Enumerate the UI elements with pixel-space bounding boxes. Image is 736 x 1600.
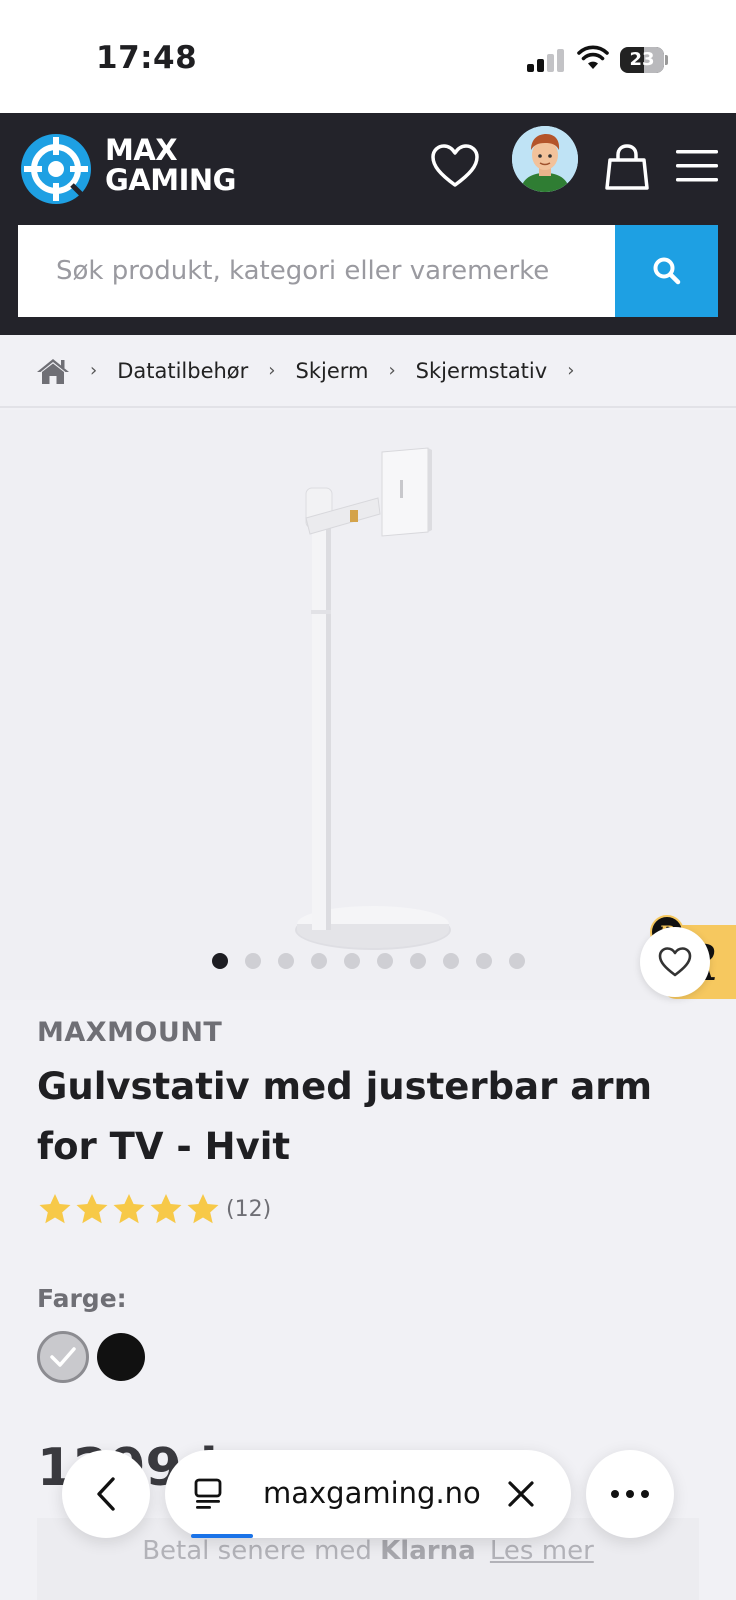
star-icon bbox=[150, 1194, 182, 1224]
user-avatar[interactable] bbox=[512, 126, 578, 192]
chevron-right-icon: › bbox=[90, 360, 98, 381]
star-icon bbox=[113, 1194, 145, 1224]
hamburger-menu-icon[interactable] bbox=[676, 149, 718, 183]
search-input[interactable] bbox=[18, 225, 616, 317]
breadcrumb-item-skjerm[interactable]: Skjerm bbox=[296, 359, 369, 383]
review-count: (12) bbox=[226, 1196, 272, 1222]
cellular-signal-icon bbox=[527, 48, 564, 72]
star-icon bbox=[187, 1194, 219, 1224]
color-swatch-white[interactable] bbox=[37, 1331, 89, 1383]
klarna-brand: Klarna bbox=[380, 1536, 476, 1566]
gallery-dot[interactable] bbox=[377, 953, 393, 969]
wishlist-heart-icon[interactable] bbox=[430, 143, 480, 189]
more-options-icon bbox=[611, 1490, 649, 1498]
color-label: Farge: bbox=[37, 1284, 127, 1313]
logo-line-2: GAMING bbox=[105, 163, 236, 197]
gallery-dot[interactable] bbox=[476, 953, 492, 969]
checkmark-icon bbox=[50, 1347, 76, 1367]
search-button[interactable] bbox=[615, 225, 718, 317]
shopping-bag-icon[interactable] bbox=[604, 143, 650, 191]
gallery-dot[interactable] bbox=[443, 953, 459, 969]
product-title: Gulvstativ med justerbar arm for TV - Hv… bbox=[37, 1065, 652, 1168]
page-load-progress bbox=[191, 1534, 253, 1538]
star-icon bbox=[39, 1194, 71, 1224]
breadcrumb-item-skjermstativ[interactable]: Skjermstativ bbox=[416, 359, 548, 383]
logo-line-1: MAX bbox=[105, 133, 178, 167]
maxgaming-logo-icon[interactable] bbox=[20, 133, 92, 205]
gallery-dot[interactable] bbox=[509, 953, 525, 969]
heart-icon bbox=[658, 947, 692, 977]
rating-stars bbox=[37, 1192, 222, 1226]
klarna-text: Betal senere med bbox=[142, 1536, 372, 1566]
chevron-right-icon: › bbox=[268, 360, 276, 381]
browser-url: maxgaming.no bbox=[263, 1476, 481, 1510]
browser-back-button[interactable] bbox=[62, 1450, 150, 1538]
status-bar: 17:48 23 bbox=[0, 0, 736, 113]
search-bar bbox=[18, 225, 718, 317]
breadcrumb: › Datatilbehør › Skjerm › Skjermstativ › bbox=[0, 335, 736, 408]
gallery-dot[interactable] bbox=[212, 953, 228, 969]
status-time: 17:48 bbox=[96, 40, 198, 76]
home-icon[interactable] bbox=[36, 357, 70, 385]
tab-overview-icon[interactable] bbox=[193, 1478, 223, 1510]
gallery-pagination bbox=[212, 953, 525, 969]
gallery-dot[interactable] bbox=[344, 953, 360, 969]
search-icon bbox=[653, 257, 680, 285]
wifi-icon bbox=[577, 45, 609, 69]
product-rating[interactable]: (12) bbox=[37, 1192, 271, 1226]
logo-text[interactable]: MAX GAMING bbox=[105, 135, 236, 195]
battery-level: 23 bbox=[629, 49, 655, 70]
gallery-dot[interactable] bbox=[278, 953, 294, 969]
gallery-dot[interactable] bbox=[245, 953, 261, 969]
product-image-gallery[interactable]: R R bbox=[0, 410, 736, 1000]
add-to-wishlist-button[interactable] bbox=[640, 927, 710, 997]
chevron-right-icon: › bbox=[567, 360, 575, 381]
gallery-dot[interactable] bbox=[410, 953, 426, 969]
chevron-right-icon: › bbox=[388, 360, 396, 381]
battery-icon: 23 bbox=[620, 47, 668, 73]
gallery-dot[interactable] bbox=[311, 953, 327, 969]
star-icon bbox=[76, 1194, 108, 1224]
browser-address-bar[interactable]: maxgaming.no bbox=[165, 1450, 571, 1538]
browser-more-button[interactable] bbox=[586, 1450, 674, 1538]
klarna-read-more-link[interactable]: Les mer bbox=[490, 1536, 594, 1566]
chevron-left-icon bbox=[97, 1477, 115, 1511]
breadcrumb-item-datatilbehor[interactable]: Datatilbehør bbox=[117, 359, 248, 383]
close-icon[interactable] bbox=[507, 1480, 535, 1508]
color-swatch-black[interactable] bbox=[97, 1333, 145, 1381]
product-image bbox=[0, 410, 736, 1000]
product-brand[interactable]: MAXMOUNT bbox=[37, 1017, 222, 1048]
site-header: MAX GAMING bbox=[0, 113, 736, 335]
